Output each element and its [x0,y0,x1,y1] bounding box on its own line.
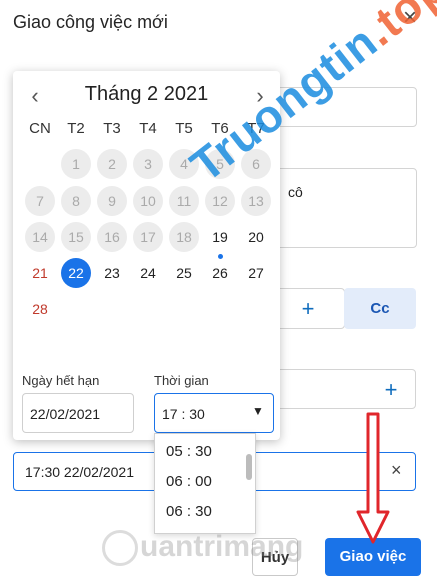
calendar-day[interactable]: 25 [169,258,199,288]
weekday-header: CN [29,120,51,137]
calendar-day[interactable]: 24 [133,258,163,288]
new-task-dialog: Giao công việc mới × cô + Cc + 17:30 22/… [0,0,437,582]
weekday-header: T3 [103,120,121,137]
calendar-day[interactable]: 23 [97,258,127,288]
calendar-day: 7 [25,186,55,216]
add-assignee-plus-icon[interactable]: + [298,296,318,322]
due-date-input[interactable]: 22/02/2021 [22,393,134,433]
calendar-day: 16 [97,222,127,252]
calendar-day[interactable]: 22 [61,258,91,288]
calendar-day: 17 [133,222,163,252]
calendar-day[interactable]: 21 [25,258,55,288]
calendar-day: 9 [97,186,127,216]
watermark-quantrimang: uantrimang [140,530,304,563]
calendar-day: 1 [61,149,91,179]
time-select-value: 17 : 30 [162,406,205,422]
calendar-day: 18 [169,222,199,252]
weekday-header: T2 [67,120,85,137]
weekday-header: T5 [175,120,193,137]
calendar-day[interactable]: 19 [205,222,235,252]
dropdown-caret-icon: ▼ [252,404,264,418]
weekday-header: T4 [139,120,157,137]
scrollbar-thumb[interactable] [246,454,252,480]
time-select[interactable]: 17 : 30 ▼ [154,393,274,433]
add-checklist-plus-icon[interactable]: + [381,377,401,403]
chevron-left-icon[interactable]: ‹ [25,83,45,109]
calendar-day: 13 [241,186,271,216]
cc-button[interactable]: Cc [344,288,416,329]
calendar-day[interactable]: 26 [205,258,235,288]
time-option[interactable]: 05 : 30 [166,443,212,460]
calendar-day[interactable]: 27 [241,258,271,288]
task-description-input[interactable] [270,168,417,248]
quantrimang-logo-icon [102,530,138,566]
due-datetime-value: 17:30 22/02/2021 [25,464,134,480]
calendar-day: 8 [61,186,91,216]
calendar-day: 12 [205,186,235,216]
time-option[interactable]: 06 : 00 [166,473,212,490]
description-text: cô [288,184,303,200]
due-date-label: Ngày hết hạn [22,373,100,388]
time-label: Thời gian [154,373,209,388]
time-options-list[interactable]: 05 : 30 06 : 00 06 : 30 [154,433,256,534]
dialog-title: Giao công việc mới [13,12,168,32]
calendar-day: 2 [97,149,127,179]
calendar-day: 10 [133,186,163,216]
calendar-day: 15 [61,222,91,252]
red-arrow-annotation [356,412,390,544]
time-option[interactable]: 06 : 30 [166,503,212,520]
calendar-day: 14 [25,222,55,252]
calendar-day: 11 [169,186,199,216]
calendar-day[interactable]: 20 [241,222,271,252]
calendar-day[interactable]: 28 [25,294,55,324]
calendar-day: 3 [133,149,163,179]
